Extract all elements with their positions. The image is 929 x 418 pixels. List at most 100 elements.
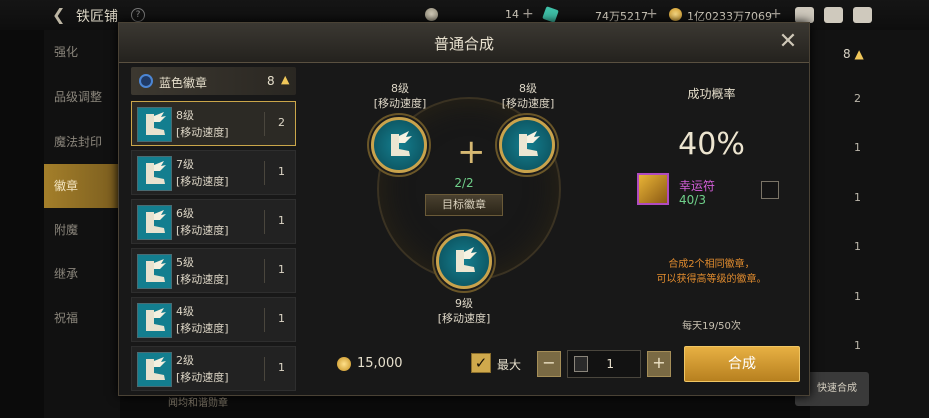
lucky-charm-count: 40/3: [679, 193, 706, 207]
background-header-count: 8 ▲: [843, 47, 864, 61]
item-name: [移动速度]: [176, 126, 229, 139]
winged-boot-icon: [137, 352, 172, 387]
list-header-label: 蓝色徽章: [159, 76, 208, 90]
side-item-enchant[interactable]: 附魔: [44, 208, 120, 252]
item-count: 1: [278, 214, 285, 227]
gold-coin-icon: [669, 8, 682, 21]
plus-icon: +: [457, 132, 486, 172]
quantity-value: 1: [606, 357, 614, 371]
material-progress: 2/2: [454, 176, 474, 190]
side-item-enhance[interactable]: 强化: [44, 30, 120, 74]
decrease-button[interactable]: −: [537, 351, 561, 377]
item-level: 5级: [176, 256, 194, 269]
quantity-field[interactable]: 1: [567, 350, 641, 378]
success-rate-panel: 成功概率 40% 幸运符 40/3 合成2个相同徽章， 可以获得高等级的徽章。 每…: [619, 67, 804, 337]
winged-boot-icon: [137, 303, 172, 338]
currency3-plus-button[interactable]: +: [770, 6, 782, 22]
side-item-bless[interactable]: 祝福: [44, 296, 120, 340]
winged-boot-icon: [456, 247, 477, 272]
synthesis-modal: 普通合成 ✕ 蓝色徽章 8 ▲ 8级 [移动速度] 2 7级 [移动速度] 1 …: [118, 22, 810, 396]
currency2-plus-button[interactable]: +: [646, 6, 658, 22]
list-header[interactable]: 蓝色徽章 8 ▲: [131, 67, 296, 95]
help-icon[interactable]: ?: [131, 8, 145, 22]
max-label: 最大: [497, 358, 522, 372]
item-level: 7级: [176, 158, 194, 171]
side-item-inherit[interactable]: 继承: [44, 252, 120, 296]
divider: [264, 161, 265, 185]
coin-icon: [425, 8, 438, 21]
item-count: 2: [278, 116, 285, 129]
close-icon[interactable]: ✕: [777, 31, 799, 53]
item-level: 8级: [176, 109, 194, 122]
daily-limit: 每天19/50次: [682, 321, 741, 332]
list-item[interactable]: 7级 [移动速度] 1: [131, 150, 296, 195]
winged-boot-icon: [391, 131, 412, 156]
lucky-charm-icon[interactable]: [637, 173, 669, 205]
lucky-charm-checkbox[interactable]: [761, 181, 779, 199]
currency1-plus-button[interactable]: +: [522, 6, 534, 22]
winged-boot-icon: [137, 205, 172, 240]
back-arrow-icon[interactable]: ❮: [52, 6, 70, 24]
success-rate-title: 成功概率: [687, 87, 736, 101]
item-level: 4级: [176, 305, 194, 318]
modal-header: 普通合成 ✕: [119, 23, 809, 63]
item-name: [移动速度]: [176, 224, 229, 237]
max-checkbox[interactable]: ✓: [471, 353, 491, 373]
item-count: 1: [278, 263, 285, 276]
winged-boot-icon: [519, 131, 540, 156]
item-count: 1: [278, 165, 285, 178]
material-left-label: 8级 [移动速度]: [373, 82, 427, 110]
background-count: 1: [854, 290, 861, 303]
background-list: [810, 30, 929, 418]
material-slot-right[interactable]: [499, 117, 555, 173]
winged-boot-icon: [137, 156, 172, 191]
background-count: 1: [854, 191, 861, 204]
success-rate-value: 40%: [678, 127, 745, 162]
item-count: 1: [278, 312, 285, 325]
chevron-up-icon[interactable]: ▲: [281, 73, 289, 86]
item-count: 1: [278, 361, 285, 374]
synthesis-area: 8级 [移动速度] + 8级 [移动速度] 2/2 目标徽章 9级 [移动速度]: [309, 67, 619, 347]
result-label: 9级 [移动速度]: [437, 297, 491, 325]
list-header-count: 8: [267, 74, 275, 88]
background-count: 1: [854, 339, 861, 352]
synthesis-hint: 合成2个相同徽章， 可以获得高等级的徽章。: [656, 259, 767, 285]
item-level: 6级: [176, 207, 194, 220]
item-name: [移动速度]: [176, 273, 229, 286]
badge-list: 蓝色徽章 8 ▲ 8级 [移动速度] 2 7级 [移动速度] 1 6级 [移动速…: [131, 67, 301, 393]
side-item-magic-seal[interactable]: 魔法封印: [44, 120, 120, 164]
list-item[interactable]: 5级 [移动速度] 1: [131, 248, 296, 293]
background-count: 2: [854, 92, 861, 105]
divider: [264, 210, 265, 234]
chat-icon[interactable]: [853, 7, 872, 23]
calculator-icon[interactable]: [574, 356, 588, 372]
divider: [264, 112, 265, 136]
list-item[interactable]: 6级 [移动速度] 1: [131, 199, 296, 244]
result-slot[interactable]: [436, 233, 492, 289]
gem-icon: [542, 6, 559, 23]
mail-icon[interactable]: [824, 7, 843, 23]
divider: [264, 259, 265, 283]
cart-icon[interactable]: [795, 7, 814, 23]
list-item[interactable]: 2级 [移动速度] 1: [131, 346, 296, 391]
target-badge-label: 目标徽章: [425, 194, 503, 216]
lucky-charm-name: 幸运符: [679, 179, 716, 193]
material-slot-left[interactable]: [371, 117, 427, 173]
synthesize-button[interactable]: 合成: [684, 346, 800, 382]
material-right-label: 8级 [移动速度]: [501, 82, 555, 110]
side-item-grade[interactable]: 品级调整: [44, 75, 120, 119]
list-item[interactable]: 8级 [移动速度] 2: [131, 101, 296, 146]
currency1-amount: 14: [505, 8, 519, 21]
item-level: 2级: [176, 354, 194, 367]
divider: [264, 308, 265, 332]
winged-boot-icon: [137, 254, 172, 289]
gold-cost: 15,000: [357, 356, 403, 371]
item-name: [移动速度]: [176, 371, 229, 384]
page-title: 铁匠铺: [76, 9, 118, 25]
increase-button[interactable]: +: [647, 351, 671, 377]
divider: [264, 357, 265, 381]
gold-coin-icon: [337, 357, 351, 371]
side-item-badge[interactable]: 徽章: [44, 164, 120, 208]
list-item[interactable]: 4级 [移动速度] 1: [131, 297, 296, 342]
modal-title: 普通合成: [433, 35, 494, 53]
